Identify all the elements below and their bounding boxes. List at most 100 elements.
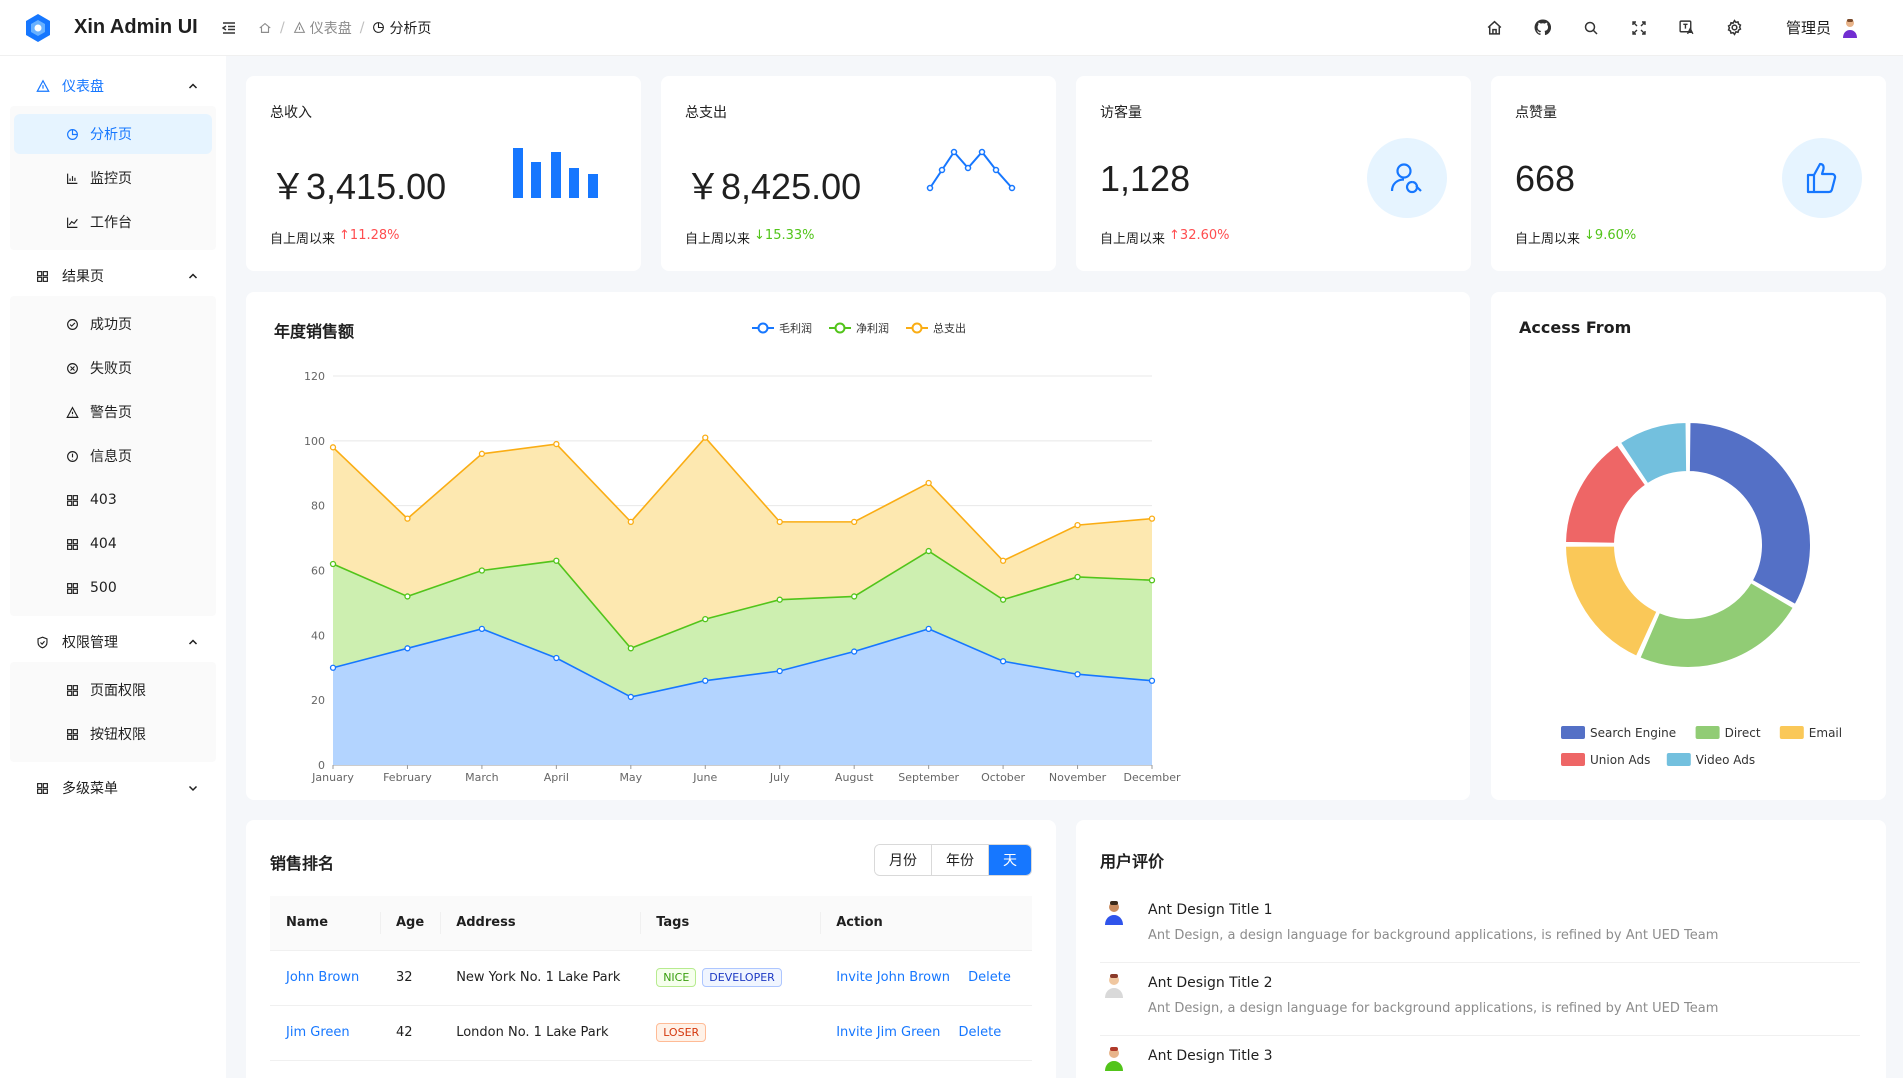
column-header[interactable]: Name: [270, 896, 380, 951]
x-tick-label: February: [383, 771, 432, 784]
name-link[interactable]: John Brown: [286, 970, 359, 985]
menu-item-page-permission[interactable]: 页面权限: [14, 670, 212, 710]
period-segmented: 月份 年份 天: [874, 844, 1032, 876]
column-header[interactable]: Tags: [640, 896, 821, 951]
line-chart-icon: [66, 215, 80, 229]
dashboard-icon: [293, 21, 305, 33]
menu-title-dashboard[interactable]: 仪表盘: [10, 66, 216, 106]
home-icon[interactable]: [1484, 17, 1506, 39]
column-header[interactable]: Address: [440, 896, 641, 951]
trend-up: ↑11.28%: [339, 228, 400, 243]
avatar: [1105, 974, 1123, 998]
annual-sales-card: 年度销售额 0 20 40 60 80 100 120 January February Marc…: [246, 292, 1470, 800]
review-title[interactable]: Ant Design Title 2: [1148, 975, 1273, 991]
action-cell: Invite John Brown Delete: [820, 950, 1032, 1006]
segment-day[interactable]: 天: [989, 845, 1031, 875]
search-icon[interactable]: [1580, 17, 1602, 39]
age-cell: 32: [380, 950, 441, 1006]
menu-item-fail[interactable]: 失败页: [14, 348, 212, 388]
delete-link[interactable]: Delete: [959, 1025, 1002, 1040]
delete-link[interactable]: Delete: [968, 970, 1011, 985]
invite-link[interactable]: Invite John Brown: [836, 970, 950, 985]
data-point: [702, 615, 709, 623]
legend-marker: [911, 322, 923, 334]
user-icon: [1367, 138, 1447, 218]
menu-item-info[interactable]: 信息页: [14, 436, 212, 476]
stat-value: ￥3,415.00: [270, 166, 447, 207]
menu-title-multilevel[interactable]: 多级菜单: [10, 768, 216, 808]
data-point: [999, 596, 1007, 603]
menu-item-warning[interactable]: 警告页: [14, 392, 212, 432]
menu-item-analysis[interactable]: 分析页: [14, 114, 212, 154]
stat-card-revenue: 总收入 ￥3,415.00 自上周以来 ↑11.28%: [246, 76, 641, 271]
stat-footer: 自上周以来 ↓9.60%: [1515, 228, 1637, 247]
menu-item-success[interactable]: 成功页: [14, 304, 212, 344]
column-header[interactable]: Action: [820, 896, 1032, 951]
column-header[interactable]: Age: [380, 896, 441, 951]
legend-label: 净利润: [856, 321, 889, 335]
submenu-dashboard: 分析页 监控页 工作台: [10, 106, 216, 250]
header-actions: 管理员: [1484, 17, 1903, 39]
warning-icon: [66, 405, 80, 419]
menu-item-button-permission[interactable]: 按钮权限: [14, 714, 212, 754]
data-point: [478, 625, 486, 633]
github-icon[interactable]: [1532, 17, 1554, 39]
data-point: [1074, 521, 1081, 529]
y-tick-label: 80: [311, 500, 325, 513]
user-menu[interactable]: 管理员: [1786, 17, 1861, 39]
review-desc: Ant Design, a design language for backgr…: [1148, 1001, 1719, 1016]
check-circle-icon: [66, 317, 80, 331]
top-header: Xin Admin UI / 仪表盘 / 分析页 管理员: [0, 0, 1903, 56]
menu-item-403[interactable]: 403: [14, 480, 212, 520]
menu-item-500[interactable]: 500: [14, 568, 212, 608]
user-name: 管理员: [1785, 19, 1831, 37]
invite-link[interactable]: Invite Jim Green: [836, 1025, 940, 1040]
stat-footer: 自上周以来 ↓15.33%: [685, 228, 815, 247]
menu-item-404[interactable]: 404: [14, 524, 212, 564]
translate-icon[interactable]: [1676, 17, 1698, 39]
x-tick-label: June: [692, 771, 717, 784]
name-link[interactable]: Jim Green: [286, 1025, 350, 1040]
pie-slice: [1564, 544, 1659, 658]
data-point: [404, 645, 411, 652]
data-point: [1074, 671, 1081, 678]
review-title[interactable]: Ant Design Title 3: [1148, 1048, 1273, 1064]
ranking-table: Name Age Address Tags Action John Brown …: [270, 896, 1032, 1061]
menu-title-permission[interactable]: 权限管理: [10, 622, 216, 662]
review-desc: Ant Design, a design language for backgr…: [1148, 928, 1719, 943]
data-point: [627, 693, 634, 701]
segment-year[interactable]: 年份: [932, 845, 989, 875]
annual-sales-chart: 020406080100120January February March April…: [304, 321, 1181, 784]
breadcrumb-dashboard[interactable]: 仪表盘: [293, 18, 352, 38]
x-tick-label: September: [898, 771, 959, 784]
legend-label: Video Ads: [1696, 753, 1755, 767]
breadcrumb-separator: /: [280, 19, 285, 36]
tag: NICE: [656, 968, 697, 987]
chevron-up-icon: [188, 80, 200, 92]
logo[interactable]: Xin Admin UI: [0, 12, 226, 44]
gear-icon[interactable]: [1724, 17, 1746, 39]
data-point: [553, 557, 560, 564]
fullscreen-icon[interactable]: [1628, 17, 1650, 39]
review-title[interactable]: Ant Design Title 1: [1148, 902, 1273, 918]
info-circle-icon: [66, 449, 80, 463]
dashboard-icon: [36, 78, 52, 94]
menu-item-workbench[interactable]: 工作台: [14, 202, 212, 242]
breadcrumb-home[interactable]: [258, 21, 272, 35]
segment-month[interactable]: 月份: [875, 845, 932, 875]
close-circle-icon: [66, 361, 80, 375]
x-tick-label: March: [465, 771, 499, 784]
data-point: [1074, 573, 1081, 581]
data-point: [627, 518, 634, 526]
stat-footer: 自上周以来 ↑32.60%: [1100, 228, 1230, 247]
data-point: [776, 518, 783, 526]
legend-item: 净利润: [829, 321, 889, 335]
home-icon: [259, 22, 271, 33]
menu-title-result[interactable]: 结果页: [10, 256, 216, 296]
data-point: [478, 450, 486, 457]
menu-fold-icon[interactable]: [218, 17, 240, 39]
action-cell: Invite Jim Green Delete: [820, 1005, 1032, 1061]
like-icon: [1782, 138, 1862, 218]
menu-item-monitor[interactable]: 监控页: [14, 158, 212, 198]
address-cell: New York No. 1 Lake Park: [440, 950, 641, 1006]
